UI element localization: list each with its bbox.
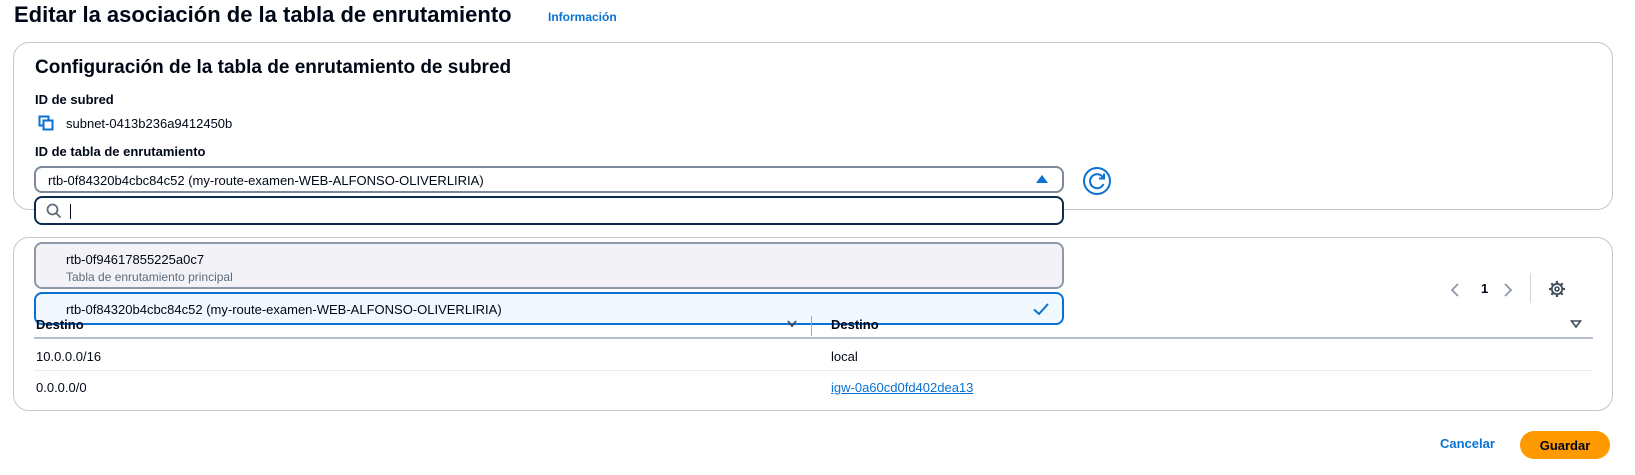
caret-up-icon [1036,175,1048,183]
gear-icon[interactable] [1548,280,1566,298]
table-cell-destination: 0.0.0.0/0 [36,380,87,395]
sort-down-icon[interactable] [1570,318,1582,330]
section-title: Configuración de la tabla de enrutamient… [35,57,512,78]
dropdown-option-selected-route-table[interactable]: rtb-0f84320b4cbc84c52 (my-route-examen-W… [34,292,1064,325]
column-header-destination[interactable]: Destino [36,316,84,333]
internet-gateway-link[interactable]: igw-0a60cd0fd402dea13 [831,379,973,396]
page-title: Editar la asociación de la tabla de enru… [14,2,512,27]
dropdown-search-box [34,196,1064,225]
option-description: Tabla de enrutamiento principal [66,270,233,284]
column-header-target[interactable]: Destino [831,316,879,333]
option-label: rtb-0f84320b4cbc84c52 (my-route-examen-W… [66,302,502,317]
check-icon [1033,303,1049,316]
table-cell-target: local [831,349,858,364]
table-header-divider [34,337,1593,339]
subnet-id-value: subnet-0413b236a9412450b [66,116,233,131]
route-table-dropdown: rtb-0f94617855225a0c7 Tabla de enrutamie… [34,196,1066,326]
column-divider[interactable] [811,316,812,336]
chevron-right-icon[interactable] [1502,282,1514,298]
save-button[interactable]: Guardar [1520,431,1610,459]
cancel-button[interactable]: Cancelar [1440,436,1495,451]
copy-icon[interactable] [38,115,54,131]
chevron-left-icon[interactable] [1449,282,1461,298]
refresh-icon[interactable] [1082,166,1112,196]
dropdown-search-input[interactable] [70,201,1054,223]
table-cell-destination: 10.0.0.0/16 [36,349,102,364]
subnet-id-label: ID de subred [35,92,114,107]
option-label: rtb-0f94617855225a0c7 [66,252,205,267]
route-table-selected-value: rtb-0f84320b4cbc84c52 (my-route-examen-W… [48,173,484,188]
pagination-current-page[interactable]: 1 [1481,281,1488,296]
route-table-label: ID de tabla de enrutamiento [35,144,206,159]
sort-down-icon[interactable] [786,318,798,330]
search-icon [46,203,62,219]
table-row-divider [34,370,1593,371]
pagination-divider [1530,273,1531,303]
info-link[interactable]: Información [548,10,617,24]
route-table-select[interactable]: rtb-0f84320b4cbc84c52 (my-route-examen-W… [34,166,1064,193]
dropdown-option-main-route-table[interactable]: rtb-0f94617855225a0c7 Tabla de enrutamie… [34,242,1064,289]
